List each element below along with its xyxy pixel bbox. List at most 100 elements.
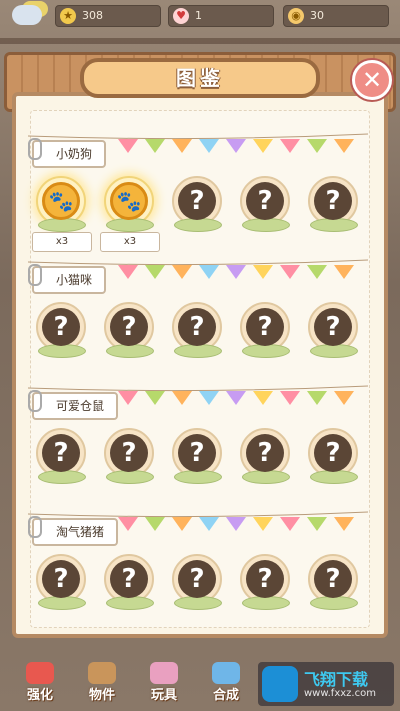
pennant-flag xyxy=(118,391,138,405)
star-counter: ★ 308 xyxy=(55,5,161,27)
pennant-flag xyxy=(307,139,327,153)
watermark-logo-icon xyxy=(262,666,298,702)
heart-count: 1 xyxy=(195,9,202,22)
question-mark-icon: ? xyxy=(246,560,284,598)
nav-button-3[interactable]: 合成 xyxy=(196,662,256,708)
pennant-flag xyxy=(145,391,165,405)
grass-base xyxy=(38,470,86,484)
locked-pet-slot[interactable]: ? xyxy=(32,428,90,488)
pennant-flag xyxy=(118,139,138,153)
nav-button-label: 合成 xyxy=(212,688,239,703)
star-icon: ★ xyxy=(60,8,76,24)
locked-pet-slot[interactable]: ? xyxy=(236,554,294,614)
collected-count: x3 xyxy=(32,232,92,252)
pennant-flag xyxy=(307,391,327,405)
grass-base xyxy=(174,470,222,484)
star-count: 308 xyxy=(82,9,103,22)
locked-pet-slot[interactable]: ? xyxy=(100,554,158,614)
question-mark-icon: ? xyxy=(246,308,284,346)
pennant-flag xyxy=(307,517,327,531)
pennant-flag xyxy=(280,265,300,279)
paw-coin-icon: 🐾 xyxy=(42,182,80,220)
question-mark-icon: ? xyxy=(42,308,80,346)
grass-base xyxy=(106,218,154,232)
question-mark-icon: ? xyxy=(314,434,352,472)
weather-cloud-icon[interactable] xyxy=(12,5,42,25)
locked-pet-slot[interactable]: ? xyxy=(236,428,294,488)
pennant-flag xyxy=(226,139,246,153)
paw-coin-icon: 🐾 xyxy=(110,182,148,220)
pennant-flag xyxy=(280,139,300,153)
pennant-flag xyxy=(307,265,327,279)
locked-pet-slot[interactable]: ? xyxy=(100,302,158,362)
locked-pet-slot[interactable]: ? xyxy=(168,302,226,362)
pennant-flag xyxy=(172,139,192,153)
locked-pet-slot[interactable]: ? xyxy=(236,176,294,236)
toy-icon xyxy=(150,662,178,684)
pennant-flag xyxy=(199,517,219,531)
locked-pet-slot[interactable]: ? xyxy=(304,176,362,236)
panel-title-plate: 图鉴 xyxy=(80,58,320,98)
question-mark-icon: ? xyxy=(246,434,284,472)
grass-base xyxy=(106,470,154,484)
locked-pet-slot[interactable]: ? xyxy=(236,302,294,362)
locked-pet-slot[interactable]: ? xyxy=(304,428,362,488)
locked-pet-slot[interactable]: ? xyxy=(32,302,90,362)
grass-base xyxy=(174,344,222,358)
panel-title: 图鉴 xyxy=(176,66,224,90)
coin-count: 30 xyxy=(310,9,324,22)
pennant-flag xyxy=(226,265,246,279)
nav-button-0[interactable]: 强化 xyxy=(10,662,70,708)
question-mark-icon: ? xyxy=(110,434,148,472)
grass-base xyxy=(38,218,86,232)
grass-base xyxy=(310,218,358,232)
pennant-flag xyxy=(253,391,273,405)
collected-pet-slot[interactable]: 🐾 x3 xyxy=(32,176,92,252)
nav-button-1[interactable]: 物件 xyxy=(72,662,132,708)
question-mark-icon: ? xyxy=(314,182,352,220)
locked-pet-slot[interactable]: ? xyxy=(168,176,226,236)
pennant-flag xyxy=(280,391,300,405)
question-mark-icon: ? xyxy=(110,560,148,598)
locked-pet-slot[interactable]: ? xyxy=(168,428,226,488)
section-label: 小奶狗 xyxy=(27,138,107,168)
pennant-flag xyxy=(172,265,192,279)
shelf-divider xyxy=(0,38,400,44)
grass-base xyxy=(174,218,222,232)
locked-pet-slot[interactable]: ? xyxy=(100,428,158,488)
pennant-flag xyxy=(253,139,273,153)
grass-base xyxy=(242,344,290,358)
grass-base xyxy=(38,344,86,358)
locked-pet-slot[interactable]: ? xyxy=(32,554,90,614)
pennant-flag xyxy=(172,517,192,531)
pennant-flag xyxy=(118,265,138,279)
nav-button-2[interactable]: 玩具 xyxy=(134,662,194,708)
question-mark-icon: ? xyxy=(42,434,80,472)
locked-pet-slot[interactable]: ? xyxy=(304,302,362,362)
section-label: 淘气猪猪 xyxy=(27,516,119,546)
heart-counter: ♥ 1 xyxy=(168,5,274,27)
question-mark-icon: ? xyxy=(178,560,216,598)
grass-base xyxy=(310,344,358,358)
pennant-flag xyxy=(226,517,246,531)
grass-base xyxy=(242,218,290,232)
pennant-flag xyxy=(334,391,354,405)
coin-icon: ◉ xyxy=(288,8,304,24)
pennant-flag xyxy=(334,265,354,279)
close-button[interactable]: ✕ xyxy=(352,60,392,100)
question-mark-icon: ? xyxy=(178,182,216,220)
question-mark-icon: ? xyxy=(178,308,216,346)
pennant-flag xyxy=(253,517,273,531)
pennant-flag xyxy=(145,139,165,153)
pennant-flag xyxy=(334,517,354,531)
top-status-bar: ★ 308 ♥ 1 ◉ 30 xyxy=(0,0,400,32)
locked-pet-slot[interactable]: ? xyxy=(304,554,362,614)
nav-button-label: 物件 xyxy=(88,688,115,703)
locked-pet-slot[interactable]: ? xyxy=(168,554,226,614)
heart-icon: ♥ xyxy=(173,8,189,24)
pennant-flag xyxy=(199,391,219,405)
question-mark-icon: ? xyxy=(178,434,216,472)
collected-pet-slot[interactable]: 🐾 x3 xyxy=(100,176,160,252)
grass-base xyxy=(106,344,154,358)
watermark-url: www.fxxz.com xyxy=(304,688,376,699)
